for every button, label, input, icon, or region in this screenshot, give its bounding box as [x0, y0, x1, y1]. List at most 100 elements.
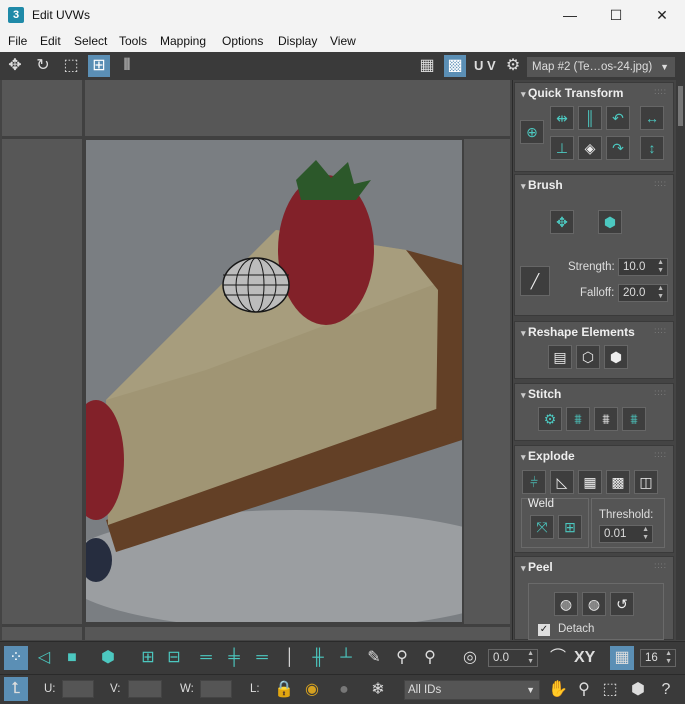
paint-shrink-icon[interactable]: ⚲ [418, 646, 442, 670]
stitch-source-icon[interactable]: ⩩ [566, 407, 590, 431]
explode-material-icon[interactable]: ◫ [634, 470, 658, 494]
detach-checkbox[interactable]: ✓ [538, 624, 550, 636]
menu-tools[interactable]: Tools [119, 34, 147, 48]
align-bottom-icon[interactable]: ⊥ [550, 136, 574, 160]
checker-toggle-icon[interactable]: ▦ [416, 55, 438, 77]
grid-snap-icon[interactable]: ▦ [610, 646, 634, 670]
ring-grow-icon[interactable]: ╫ [306, 646, 330, 670]
rollout-title[interactable]: Explode [521, 449, 575, 463]
flatten-icon[interactable]: ⬢ [604, 345, 628, 369]
rotate-icon[interactable]: ↻ [32, 55, 54, 77]
rollout-title[interactable]: Reshape Elements [521, 325, 635, 339]
maximize-button[interactable]: ☐ [593, 0, 639, 30]
soft-selection-icon[interactable]: ⌒ [546, 646, 570, 670]
rollout-title[interactable]: Peel [521, 560, 553, 574]
paint-grow-icon[interactable]: ⚲ [390, 646, 414, 670]
shrink-selection-icon[interactable]: ⊟ [162, 646, 186, 670]
v-field[interactable] [128, 680, 162, 698]
uv-viewport[interactable] [2, 80, 510, 640]
texture-checker-icon[interactable]: ▩ [444, 55, 466, 77]
menu-select[interactable]: Select [74, 34, 107, 48]
align-center-icon[interactable]: ⊕ [520, 120, 544, 144]
ring-select-icon[interactable]: │ [278, 646, 302, 670]
loop-shrink-icon[interactable]: ═ [250, 646, 274, 670]
angle-spinner[interactable]: 0.0 ▲ ▼ [488, 649, 538, 667]
ring-shrink-icon[interactable]: ┴ [334, 646, 358, 670]
stitch-custom-icon[interactable]: ⚙ [538, 407, 562, 431]
lock-icon[interactable]: 🔒 [272, 678, 296, 702]
menu-edit[interactable]: Edit [40, 34, 61, 48]
xy-toggle[interactable]: XY [574, 649, 595, 667]
window-title: Edit UVWs [32, 8, 91, 22]
explode-smoothing-icon[interactable]: ▩ [606, 470, 630, 494]
loop-grow-icon[interactable]: ╪ [222, 646, 246, 670]
zoom-region-icon[interactable]: ⬚ [598, 678, 622, 702]
threshold-spinner[interactable]: 0.01 ▲ ▼ [599, 525, 653, 543]
rollout-title[interactable]: Quick Transform [521, 86, 623, 100]
grip-icon: :::: [654, 179, 667, 188]
absolute-mode-icon[interactable]: ⮤ [4, 677, 28, 701]
rollout-title[interactable]: Brush [521, 178, 563, 192]
paint-move-icon[interactable]: ✥ [550, 210, 574, 234]
rotate-cw-icon[interactable]: ↷ [606, 136, 630, 160]
relax-brush-icon[interactable]: ⬢ [598, 210, 622, 234]
close-button[interactable]: ✕ [639, 0, 685, 30]
freeze-icon[interactable]: ❄ [366, 678, 390, 702]
strength-spinner[interactable]: 10.0 ▲ ▼ [618, 258, 668, 276]
unhide-icon[interactable]: ● [332, 678, 356, 702]
rollout-title[interactable]: Stitch [521, 387, 561, 401]
grow-selection-icon[interactable]: ⊞ [136, 646, 160, 670]
panel-scrollbar[interactable] [676, 80, 685, 640]
help-icon[interactable]: ? [654, 678, 678, 702]
align-vertical-icon[interactable]: ║ [578, 106, 602, 130]
u-field[interactable] [62, 680, 94, 698]
mirror-icon[interactable]: ⫴ [116, 55, 138, 77]
pan-icon[interactable]: ✋ [546, 678, 570, 702]
face-mode-icon[interactable]: ■ [60, 646, 84, 670]
vertex-mode-icon[interactable]: ⁘ [4, 646, 28, 670]
weld-target-icon[interactable]: ⊞ [558, 515, 582, 539]
edge-mode-icon[interactable]: ◁ [32, 646, 56, 670]
loop-select-icon[interactable]: ═ [194, 646, 218, 670]
space-horizontal-icon[interactable]: ↔ [640, 106, 664, 130]
menu-mapping[interactable]: Mapping [160, 34, 206, 48]
quick-peel-icon[interactable]: ◍ [554, 592, 578, 616]
menu-view[interactable]: View [330, 34, 356, 48]
peel-mode-icon[interactable]: ◍ [582, 592, 606, 616]
stitch-average-icon[interactable]: ⩩ [594, 407, 618, 431]
falloff-curve-icon[interactable]: ╱ [520, 266, 550, 296]
uv-toggle[interactable]: U V [474, 58, 496, 73]
w-field[interactable] [200, 680, 232, 698]
paint-select-icon[interactable]: ✎ [362, 646, 386, 670]
rotate-ccw-icon[interactable]: ↶ [606, 106, 630, 130]
explode-polygons-icon[interactable]: ▦ [578, 470, 602, 494]
detach-edge-icon[interactable]: ◺ [550, 470, 574, 494]
space-vertical-icon[interactable]: ↕ [640, 136, 664, 160]
stitch-target-icon[interactable]: ⩩ [622, 407, 646, 431]
relax-icon[interactable]: ⬡ [576, 345, 600, 369]
align-pivot-icon[interactable]: ◈ [578, 136, 602, 160]
minimize-button[interactable]: — [547, 0, 593, 30]
menu-options[interactable]: Options [222, 34, 263, 48]
map-selector[interactable]: Map #2 (Te…os-24.jpg) ▼ [527, 57, 675, 77]
scrollbar-thumb[interactable] [678, 86, 683, 126]
zoom-icon[interactable]: ⚲ [572, 678, 596, 702]
map-settings-icon[interactable]: ⚙ [502, 55, 524, 77]
element-mode-icon[interactable]: ⬢ [96, 646, 120, 670]
scale-icon[interactable]: ⬚ [60, 55, 82, 77]
reset-peel-icon[interactable]: ↺ [610, 592, 634, 616]
align-horizontal-icon[interactable]: ⇹ [550, 106, 574, 130]
chevron-down-icon: ▼ [660, 62, 669, 72]
zoom-extents-icon[interactable]: ⬢ [626, 678, 650, 702]
menu-display[interactable]: Display [278, 34, 317, 48]
weld-selected-icon[interactable]: ⤧ [530, 515, 554, 539]
move-icon[interactable]: ✥ [4, 55, 26, 77]
id-filter-select[interactable]: All IDs ▼ [404, 680, 540, 700]
falloff-spinner[interactable]: 20.0 ▲ ▼ [618, 284, 668, 302]
break-icon[interactable]: ⫩ [522, 470, 546, 494]
straighten-icon[interactable]: ▤ [548, 345, 572, 369]
freeform-icon[interactable]: ⊞ [88, 55, 110, 77]
hide-icon[interactable]: ◉ [300, 678, 324, 702]
grid-spinner[interactable]: 16 ▲ ▼ [640, 649, 676, 667]
menu-file[interactable]: File [8, 34, 27, 48]
